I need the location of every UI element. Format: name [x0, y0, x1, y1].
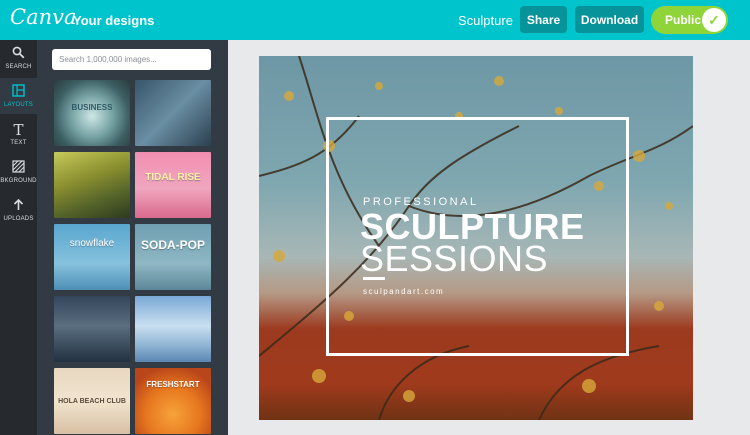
- layout-thumbnail[interactable]: FRESHSTART: [135, 368, 211, 434]
- top-bar: Canva Your designs Sculpture Share Downl…: [0, 0, 750, 40]
- public-toggle[interactable]: Public ✓: [651, 6, 728, 34]
- image-search-input[interactable]: [52, 49, 211, 70]
- layout-thumbnail[interactable]: [54, 152, 130, 218]
- thumbnail-text: HOLA BEACH CLUB: [58, 398, 126, 405]
- rail-label-search: SEARCH: [5, 64, 32, 70]
- layout-thumbnail[interactable]: HOLA BEACH CLUB: [54, 368, 130, 434]
- rail-label-uploads: UPLOADS: [3, 216, 34, 222]
- canva-logo[interactable]: Canva: [10, 5, 77, 29]
- text-icon: T: [13, 120, 24, 139]
- rail-label-layouts: LAYOUTS: [4, 102, 33, 108]
- rail-item-search[interactable]: SEARCH: [0, 40, 37, 76]
- thumbnail-text: snowflake: [69, 238, 115, 249]
- download-button[interactable]: Download: [575, 6, 644, 33]
- public-label: Public: [665, 13, 702, 27]
- rail-item-layouts[interactable]: LAYOUTS: [0, 78, 37, 114]
- layout-thumbnail[interactable]: SODA-POP: [135, 224, 211, 290]
- thumbnail-text: FRESHSTART: [146, 380, 200, 389]
- design-title-line-2[interactable]: SESSIONS: [360, 238, 548, 280]
- design-accent-bar[interactable]: [363, 277, 385, 280]
- design-canvas[interactable]: PROFESSIONAL SCULPTURE SESSIONS sculpand…: [259, 56, 693, 420]
- layout-thumbnail[interactable]: BUSINESS: [54, 80, 130, 146]
- your-designs-link[interactable]: Your designs: [73, 13, 154, 28]
- design-url-text[interactable]: sculpandart.com: [363, 287, 444, 296]
- search-icon: [12, 46, 25, 62]
- rail-label-text: TEXT: [10, 139, 27, 146]
- checkmark-icon: ✓: [702, 8, 726, 32]
- thumbnail-text: SODA-POP: [140, 238, 205, 252]
- share-button[interactable]: Share: [520, 6, 567, 33]
- layout-thumbnail[interactable]: snowflake: [54, 224, 130, 290]
- layout-thumbnail[interactable]: [54, 296, 130, 362]
- rail-item-uploads[interactable]: UPLOADS: [0, 192, 37, 228]
- upload-icon: [12, 198, 25, 214]
- layout-thumbnail[interactable]: [135, 296, 211, 362]
- thumbnail-text: TIDAL RISE: [145, 172, 201, 183]
- layout-thumbnail[interactable]: [135, 80, 211, 146]
- layouts-icon: [12, 84, 25, 100]
- rail-item-background[interactable]: BKGROUND: [0, 154, 37, 190]
- background-icon: [12, 160, 25, 176]
- left-tool-rail: SEARCH LAYOUTS T TEXT BKGROUND UPLOADS: [0, 40, 37, 435]
- rail-label-background: BKGROUND: [0, 178, 37, 184]
- design-canvas-area: PROFESSIONAL SCULPTURE SESSIONS sculpand…: [228, 40, 750, 435]
- layout-thumbnail[interactable]: TIDAL RISE: [135, 152, 211, 218]
- rail-item-text[interactable]: T TEXT: [0, 116, 37, 152]
- layouts-panel: BUSINESS TIDAL RISE snowflake SODA-POP H…: [37, 40, 228, 435]
- thumbnail-text: BUSINESS: [71, 103, 113, 112]
- document-title[interactable]: Sculpture: [458, 13, 513, 28]
